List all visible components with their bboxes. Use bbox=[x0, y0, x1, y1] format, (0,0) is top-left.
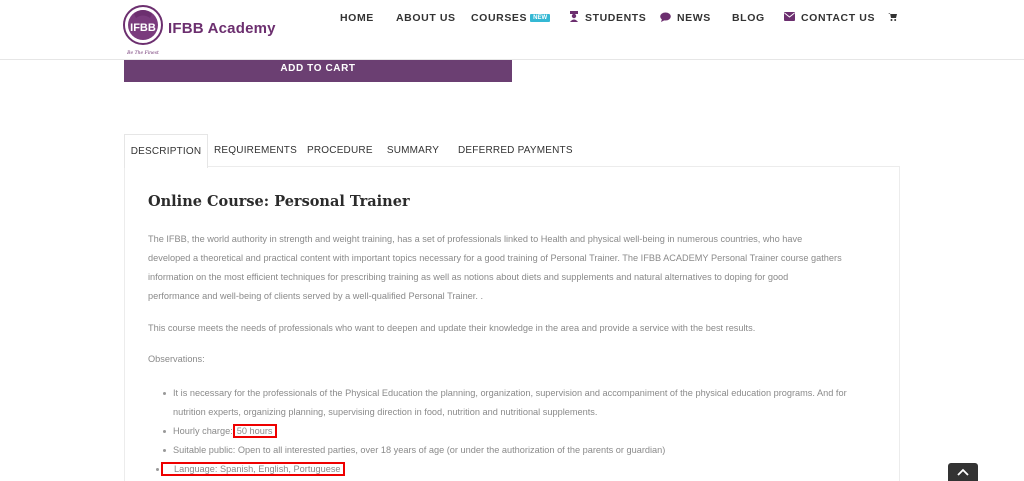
graduate-icon bbox=[569, 11, 579, 25]
shopping-cart-icon bbox=[888, 12, 897, 24]
course-needs-paragraph: This course meets the needs of professio… bbox=[148, 323, 756, 333]
site-logo[interactable]: IFBB Be The Finest IFBB Academy bbox=[122, 4, 276, 62]
suitable-public-text: Suitable public: Open to all interested … bbox=[173, 445, 666, 455]
hourly-charge-value: 50 hours bbox=[232, 424, 277, 438]
new-badge: NEW bbox=[530, 14, 551, 22]
bullet-line: nutrition experts, organizing planning, … bbox=[173, 407, 598, 417]
bullet-line: It is necessary for the professionals of… bbox=[173, 388, 847, 398]
chevron-up-icon bbox=[957, 468, 969, 476]
hourly-charge-label: Hourly charge: bbox=[173, 426, 233, 436]
nav-blog[interactable]: BLOG bbox=[732, 12, 765, 24]
tab-requirements[interactable]: REQUIREMENTS bbox=[214, 134, 297, 167]
nav-contact-label: CONTACT US bbox=[801, 12, 876, 24]
tab-deferred-payments[interactable]: DEFERRED PAYMENTS bbox=[458, 134, 573, 167]
observations-label: Observations: bbox=[148, 354, 205, 364]
description-paragraph: The IFBB, the world authority in strengt… bbox=[148, 230, 878, 306]
nav-students[interactable]: STUDENTS bbox=[569, 11, 646, 25]
list-item: Language: Spanish, English, Portuguese bbox=[153, 460, 880, 479]
description-line: The IFBB, the world authority in strengt… bbox=[148, 234, 803, 244]
product-tabs: DESCRIPTION REQUIREMENTS PROCEDURE SUMMA… bbox=[124, 134, 900, 168]
nav-home-label: HOME bbox=[340, 12, 374, 24]
course-title: Online Course: Personal Trainer bbox=[148, 193, 410, 210]
list-item: It is necessary for the professionals of… bbox=[160, 384, 880, 422]
brand-name: IFBB Academy bbox=[168, 20, 276, 37]
nav-news-label: NEWS bbox=[677, 12, 711, 24]
nav-about-label: ABOUT US bbox=[396, 12, 456, 24]
nav-news[interactable]: NEWS bbox=[660, 12, 711, 25]
envelope-icon bbox=[784, 12, 795, 24]
ifbb-logo-badge: IFBB Be The Finest bbox=[122, 4, 164, 62]
scroll-to-top-button[interactable] bbox=[948, 463, 978, 481]
nav-courses[interactable]: COURSES NEW bbox=[471, 12, 551, 24]
chat-bubble-icon bbox=[660, 12, 671, 25]
list-item: Hourly charge: 50 hours bbox=[160, 422, 880, 441]
tab-summary[interactable]: SUMMARY bbox=[385, 134, 441, 167]
nav-home[interactable]: HOME bbox=[340, 12, 374, 24]
nav-blog-label: BLOG bbox=[732, 12, 765, 24]
logo-tagline: Be The Finest bbox=[126, 50, 159, 56]
language-text: Language: Spanish, English, Portuguese bbox=[161, 462, 345, 476]
description-line: developed a theoretical and practical co… bbox=[148, 253, 842, 263]
nav-contact-us[interactable]: CONTACT US bbox=[784, 12, 875, 24]
list-item: Suitable public: Open to all interested … bbox=[160, 441, 880, 460]
description-line: information on the most efficient techni… bbox=[148, 272, 789, 282]
tab-procedure[interactable]: PROCEDURE bbox=[307, 134, 373, 167]
observations-list: It is necessary for the professionals of… bbox=[156, 384, 880, 479]
site-header: IFBB Be The Finest IFBB Academy HOME ABO… bbox=[0, 0, 1024, 60]
logo-badge-text: IFBB bbox=[130, 22, 156, 34]
description-line: performance and well-being of clients se… bbox=[148, 291, 484, 301]
add-to-cart-button[interactable]: ADD TO CART bbox=[124, 60, 512, 82]
tab-description[interactable]: DESCRIPTION bbox=[124, 134, 208, 168]
cart-button[interactable] bbox=[888, 12, 903, 24]
nav-courses-label: COURSES bbox=[471, 12, 528, 24]
nav-students-label: STUDENTS bbox=[585, 12, 647, 24]
nav-about-us[interactable]: ABOUT US bbox=[396, 12, 456, 24]
